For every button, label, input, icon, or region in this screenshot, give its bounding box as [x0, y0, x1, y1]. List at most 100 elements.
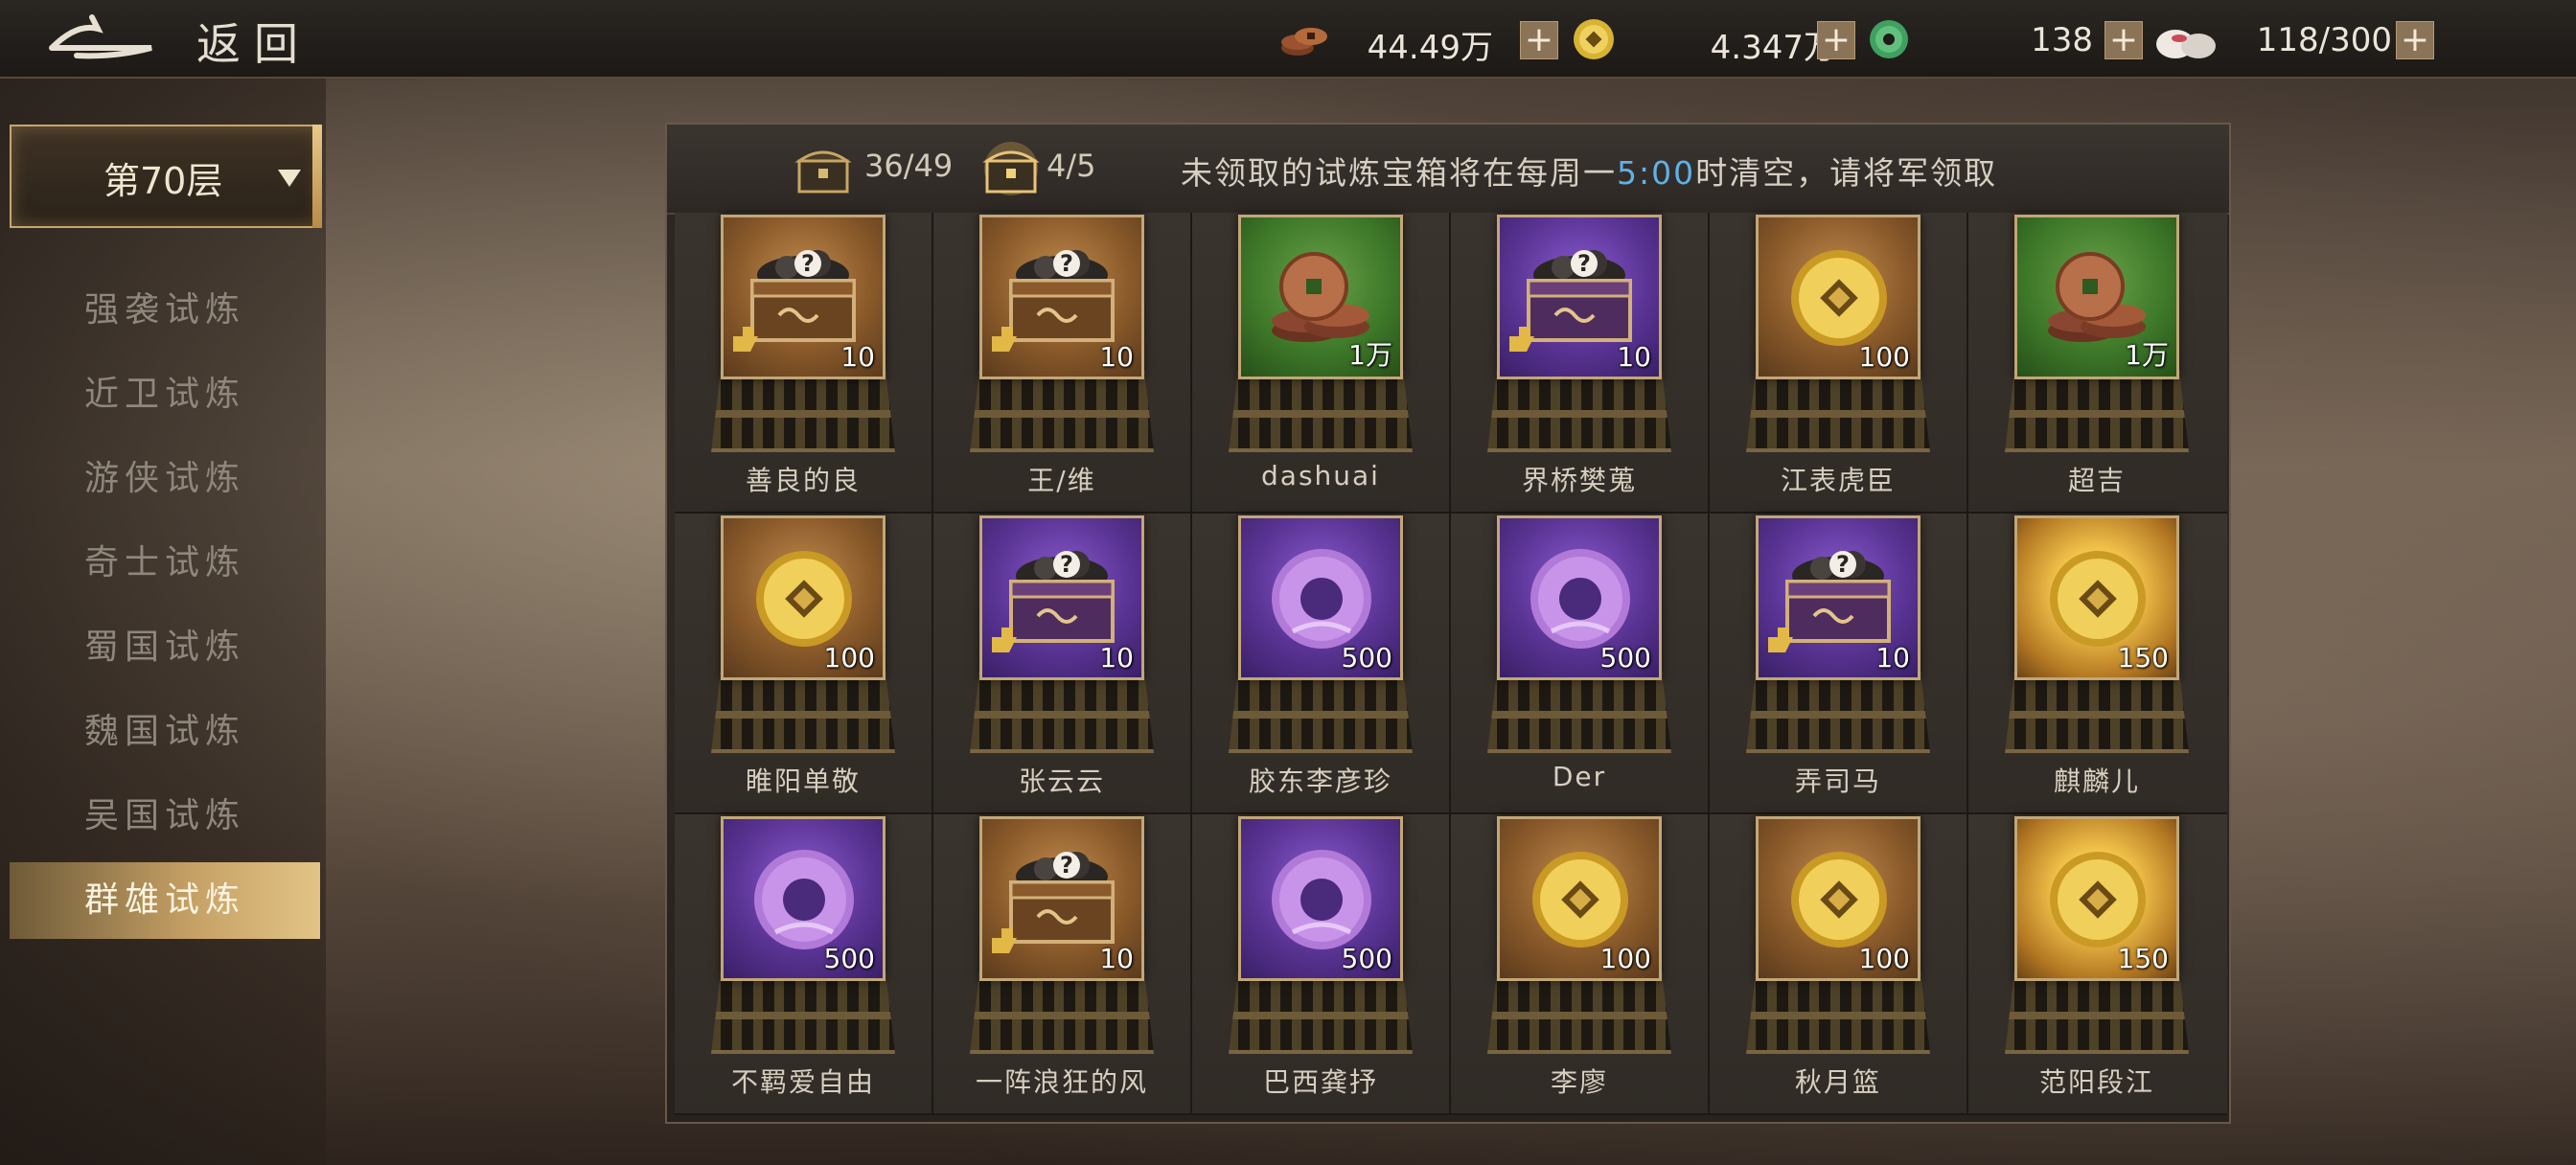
back-button[interactable] — [48, 13, 153, 61]
reward-count: 500 — [1341, 642, 1392, 674]
reward-item[interactable]: ? 10 — [979, 215, 1144, 379]
sidebar-item-wu[interactable]: 吴国试炼 — [10, 778, 320, 855]
add-copper-button[interactable]: + — [1520, 21, 1558, 59]
svg-text:?: ? — [801, 250, 815, 277]
reward-item[interactable]: 500 — [1497, 515, 1662, 680]
reward-item[interactable]: ? 10 — [979, 515, 1144, 680]
resource-copper: 44.49万 + — [1278, 17, 1566, 67]
reward-item[interactable]: ? 10 — [979, 816, 1144, 981]
reward-item[interactable]: 150 — [2014, 816, 2179, 981]
jade-disc-icon — [1272, 549, 1371, 649]
player-name: 一阵浪狂的风 — [975, 1066, 1148, 1098]
reward-grid: ? 10 善良的良 ? 10 王/维 1万 dashuai ? 10 界桥樊蒐 … — [675, 213, 2227, 1118]
svg-text:?: ? — [1577, 250, 1591, 277]
key-icon — [992, 327, 1017, 352]
reward-count: 10 — [1875, 642, 1910, 674]
reward-item[interactable]: 100 — [1497, 816, 1662, 981]
player-name: 李廖 — [1550, 1066, 1608, 1098]
gold-ingot-icon — [1574, 19, 1614, 59]
key-icon — [733, 327, 758, 352]
copper-coins-icon — [1281, 28, 1327, 56]
back-arrow-icon[interactable] — [48, 13, 153, 61]
player-name: 巴西龚抒 — [1262, 1066, 1378, 1098]
add-stamina-button[interactable]: + — [2396, 21, 2434, 59]
player-name: dashuai — [1261, 460, 1380, 491]
top-bar: 返回 44.49万 + 4.347万 + 138 + 118/300 + — [0, 0, 2576, 79]
reward-cell[interactable]: 1万 dashuai — [1192, 213, 1451, 514]
reward-cell[interactable]: 500 巴西龚抒 — [1192, 814, 1451, 1115]
reward-item[interactable]: 100 — [1756, 816, 1920, 981]
sidebar-item-shu[interactable]: 蜀国试炼 — [10, 609, 320, 686]
svg-text:?: ? — [1060, 250, 1073, 277]
player-name: Der — [1552, 761, 1607, 792]
reward-item[interactable]: 500 — [1238, 816, 1403, 981]
reward-count: 10 — [840, 341, 875, 373]
reward-item[interactable]: 500 — [1238, 515, 1403, 680]
reward-cell[interactable]: 1万 超吉 — [1968, 213, 2227, 514]
reward-count: 100 — [1599, 943, 1651, 974]
reward-item[interactable]: 1万 — [1238, 215, 1403, 379]
reward-cell[interactable]: ? 10 界桥樊蒐 — [1451, 213, 1710, 514]
reward-count: 10 — [1099, 943, 1134, 974]
floor-label[interactable]: 第70层 — [104, 151, 222, 204]
svg-text:?: ? — [1060, 852, 1073, 879]
gold-coin-icon — [1791, 250, 1887, 346]
reward-count: 100 — [1858, 943, 1910, 974]
reward-item[interactable]: ? 10 — [721, 215, 886, 379]
player-name: 麒麟儿 — [2053, 765, 2140, 797]
key-icon — [992, 628, 1017, 652]
player-name: 胶东李彦珍 — [1248, 765, 1392, 797]
reward-count: 10 — [1099, 341, 1134, 373]
reward-item[interactable]: ? 10 — [1497, 215, 1662, 379]
back-label[interactable]: 返回 — [196, 10, 311, 73]
reward-item[interactable]: 150 — [2014, 515, 2179, 680]
add-gold-button[interactable]: + — [1817, 21, 1855, 59]
reward-cell[interactable]: 100 江表虎臣 — [1710, 213, 1968, 514]
reward-cell[interactable]: ? 10 张云云 — [933, 514, 1192, 814]
floor-dropdown[interactable]: 第70层 — [10, 125, 322, 228]
reward-count: 500 — [1341, 943, 1392, 974]
sidebar-item-jinwei[interactable]: 近卫试炼 — [10, 356, 320, 433]
reward-cell[interactable]: 150 麒麟儿 — [1968, 514, 2227, 814]
player-name: 张云云 — [1018, 765, 1105, 797]
jade-disc-icon — [1870, 20, 1908, 58]
gold-value: 4.347万 — [1710, 29, 1836, 67]
reward-cell[interactable]: ? 10 一阵浪狂的风 — [933, 814, 1192, 1115]
reward-item[interactable]: 100 — [721, 515, 886, 680]
reward-item[interactable]: ? 10 — [1756, 515, 1920, 680]
reward-item[interactable]: 500 — [721, 816, 886, 981]
gold-coin-icon — [1532, 852, 1628, 948]
notice-text: 未领取的试炼宝箱将在每周一5:00时清空，请将军领取 — [1181, 148, 1997, 194]
reward-cell[interactable]: 150 范阳段江 — [1968, 814, 2227, 1115]
reward-count: 10 — [1617, 341, 1651, 373]
reward-cell[interactable]: ? 10 善良的良 — [675, 213, 933, 514]
notice-time: 5:00 — [1617, 154, 1696, 192]
sidebar-item-qunxiong[interactable]: 群雄试炼 — [10, 862, 320, 939]
gold-coin-icon — [756, 551, 852, 647]
reward-item[interactable]: 100 — [1756, 215, 1920, 379]
reward-cell[interactable]: 500 不羁爱自由 — [675, 814, 933, 1115]
reward-cell[interactable]: 100 李廖 — [1451, 814, 1710, 1115]
reward-item[interactable]: 1万 — [2014, 215, 2179, 379]
reward-cell[interactable]: 100 睢阳单敬 — [675, 514, 933, 814]
player-name: 弄司马 — [1794, 765, 1881, 797]
sidebar-item-wei[interactable]: 魏国试炼 — [10, 694, 320, 770]
player-name: 善良的良 — [745, 465, 861, 496]
reward-count: 100 — [1858, 341, 1910, 373]
reward-cell[interactable]: 100 秋月篮 — [1710, 814, 1968, 1115]
reward-cell[interactable]: 500 胶东李彦珍 — [1192, 514, 1451, 814]
add-jade-button[interactable]: + — [2104, 21, 2143, 59]
key-icon — [992, 928, 1017, 953]
jade-value: 138 — [2031, 21, 2093, 59]
reward-count: 100 — [823, 642, 875, 674]
sidebar-item-youxia[interactable]: 游侠试炼 — [10, 441, 320, 517]
sidebar-item-qishi[interactable]: 奇士试炼 — [10, 525, 320, 602]
jade-disc-icon — [754, 850, 854, 949]
sidebar-item-qiangxi[interactable]: 强袭试炼 — [10, 272, 320, 349]
svg-text:?: ? — [1060, 551, 1073, 578]
reward-cell[interactable]: 500 Der — [1451, 514, 1710, 814]
reward-cell[interactable]: ? 10 王/维 — [933, 213, 1192, 514]
reward-cell[interactable]: ? 10 弄司马 — [1710, 514, 1968, 814]
gold-coin-icon — [2050, 852, 2146, 948]
chevron-down-icon[interactable] — [278, 170, 301, 187]
